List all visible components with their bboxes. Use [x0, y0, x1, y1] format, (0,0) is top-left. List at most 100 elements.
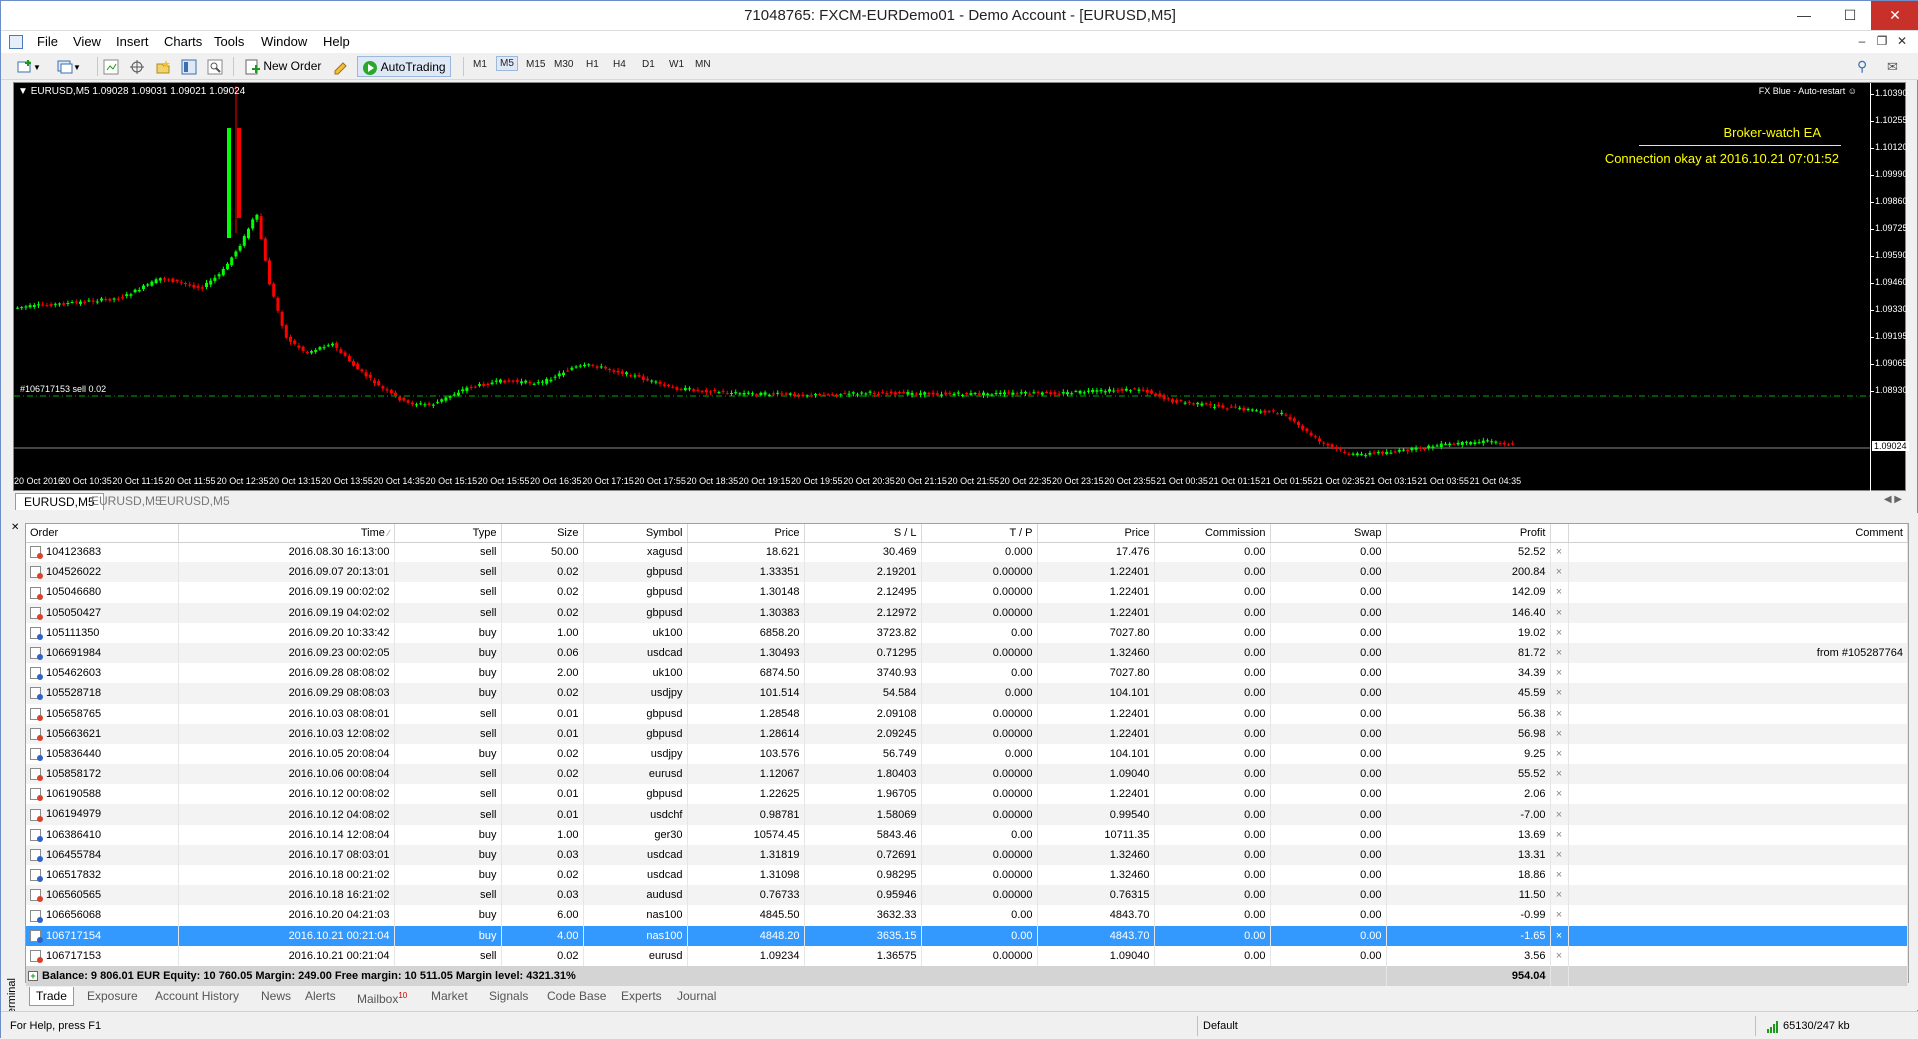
profiles-button[interactable]: ▼	[57, 56, 81, 77]
col-time[interactable]: Time ∕	[178, 524, 395, 543]
close-order-icon[interactable]: ×	[1550, 642, 1569, 664]
tab-journal[interactable]: Journal	[671, 987, 722, 1006]
close-order-icon[interactable]: ×	[1550, 824, 1569, 845]
terminal-close-icon[interactable]: ✕	[11, 522, 19, 533]
minimize-button[interactable]: —	[1781, 1, 1827, 30]
market-watch-button[interactable]	[103, 56, 119, 77]
col-symbol[interactable]: Symbol	[583, 524, 688, 543]
close-order-icon[interactable]: ×	[1550, 622, 1569, 643]
table-row[interactable]: 105528718 2016.09.29 08:08:03 buy 0.02 usdjp…	[26, 683, 1908, 704]
timeframe-h4[interactable]: H4	[613, 59, 626, 70]
table-row[interactable]: 105111350 2016.09.20 10:33:42 buy 1.00 uk100…	[26, 622, 1908, 643]
close-order-icon[interactable]: ×	[1550, 743, 1569, 765]
menu-view[interactable]: View	[73, 34, 101, 49]
close-order-icon[interactable]: ×	[1550, 683, 1569, 704]
col-size[interactable]: Size	[501, 524, 584, 543]
close-order-icon[interactable]: ×	[1550, 703, 1569, 724]
timeframe-w1[interactable]: W1	[669, 59, 684, 70]
terminal-toggle-button[interactable]	[181, 56, 197, 77]
data-window-button[interactable]	[129, 56, 145, 77]
table-row[interactable]: 105663621 2016.10.03 12:08:02 sell 0.01 gbpu…	[26, 723, 1908, 744]
tab-mailbox[interactable]: Mailbox10	[351, 987, 413, 1006]
tab-exposure[interactable]: Exposure	[81, 987, 144, 1006]
col-commission[interactable]: Commission	[1154, 524, 1271, 543]
close-order-icon[interactable]: ×	[1550, 844, 1569, 865]
menu-insert[interactable]: Insert	[116, 34, 149, 49]
table-row[interactable]: 106194979 2016.10.12 04:08:02 sell 0.01 usdc…	[26, 804, 1908, 825]
navigator-button[interactable]	[155, 56, 171, 77]
maximize-button[interactable]: ☐	[1827, 1, 1873, 30]
price-axis[interactable]: 1.10390 1.10255 1.10120 1.09990 1.09860 1.097…	[1870, 83, 1909, 492]
tab-signals[interactable]: Signals	[483, 987, 534, 1006]
table-row[interactable]: 106691984 2016.09.23 00:02:05 buy 0.06 usdca…	[26, 642, 1908, 664]
chart-tab-3[interactable]: EURUSD,M5	[151, 493, 238, 510]
price-chart[interactable]: ▼ EURUSD,M5 1.09028 1.09031 1.09021 1.09…	[13, 82, 1909, 492]
col-profit[interactable]: Profit	[1386, 524, 1551, 543]
table-row[interactable]: 106190588 2016.10.12 00:08:02 sell 0.01 gbpu…	[26, 784, 1908, 805]
close-order-icon[interactable]: ×	[1550, 865, 1569, 886]
close-order-icon[interactable]: ×	[1550, 925, 1569, 946]
table-row[interactable]: 104123683 2016.08.30 16:13:00 sell 50.00 xag…	[26, 542, 1908, 563]
timeframe-m1[interactable]: M1	[473, 59, 487, 70]
table-row[interactable]: 104526022 2016.09.07 20:13:01 sell 0.02 gbpu…	[26, 562, 1908, 583]
col-comment[interactable]: Comment	[1568, 524, 1908, 543]
col-current-price[interactable]: Price	[1037, 524, 1155, 543]
timeframe-mn[interactable]: MN	[695, 59, 711, 70]
close-order-icon[interactable]: ×	[1550, 885, 1569, 906]
tab-news[interactable]: News	[255, 987, 297, 1006]
table-row[interactable]: 106717153 2016.10.21 00:21:04 sell 0.02 euru…	[26, 945, 1908, 966]
table-row[interactable]: 105462603 2016.09.28 08:08:02 buy 2.00 uk100…	[26, 663, 1908, 684]
table-row[interactable]: 105658765 2016.10.03 08:08:01 sell 0.01 gbpu…	[26, 703, 1908, 724]
mdi-restore-icon[interactable]: ❐	[1873, 34, 1891, 48]
close-order-icon[interactable]: ×	[1550, 562, 1569, 583]
tab-market[interactable]: Market	[425, 987, 474, 1006]
close-order-icon[interactable]: ×	[1550, 542, 1569, 563]
timeframe-d1[interactable]: D1	[642, 59, 655, 70]
table-row[interactable]: 106560565 2016.10.18 16:21:02 sell 0.03 audu…	[26, 885, 1908, 906]
close-order-icon[interactable]: ×	[1550, 784, 1569, 805]
search-icon[interactable]: ⚲	[1857, 56, 1867, 77]
table-row[interactable]: 105046680 2016.09.19 00:02:02 sell 0.02 gbpu…	[26, 582, 1908, 603]
table-row[interactable]: 106455784 2016.10.17 08:03:01 buy 0.03 usdca…	[26, 844, 1908, 865]
close-order-icon[interactable]: ×	[1550, 804, 1569, 825]
table-row[interactable]: 106656068 2016.10.20 04:21:03 buy 6.00 nas10…	[26, 905, 1908, 926]
close-order-icon[interactable]: ×	[1550, 663, 1569, 684]
new-chart-button[interactable]: ▼	[17, 56, 41, 77]
strategy-tester-button[interactable]	[207, 56, 223, 77]
col-tp[interactable]: T / P	[921, 524, 1038, 543]
autotrading-button[interactable]: AutoTrading	[357, 56, 451, 77]
status-profile[interactable]: Default	[1203, 1020, 1238, 1032]
tab-experts[interactable]: Experts	[615, 987, 668, 1006]
close-order-icon[interactable]: ×	[1550, 945, 1569, 966]
menu-tools[interactable]: Tools	[214, 34, 244, 49]
mdi-close-icon[interactable]: ✕	[1893, 34, 1911, 48]
chat-icon[interactable]: ✉	[1887, 56, 1898, 77]
tab-trade[interactable]: Trade	[29, 987, 74, 1006]
table-row[interactable]: 105050427 2016.09.19 04:02:02 sell 0.02 gbpu…	[26, 602, 1908, 623]
col-sl[interactable]: S / L	[804, 524, 922, 543]
table-row[interactable]: 106517832 2016.10.18 00:21:02 buy 0.02 usdca…	[26, 865, 1908, 886]
table-row[interactable]: 105858172 2016.10.06 00:08:04 sell 0.02 euru…	[26, 764, 1908, 785]
menu-file[interactable]: File	[37, 34, 58, 49]
menu-charts[interactable]: Charts	[164, 34, 202, 49]
close-order-icon[interactable]: ×	[1550, 723, 1569, 744]
col-price[interactable]: Price	[687, 524, 805, 543]
mdi-minimize-icon[interactable]: –	[1853, 34, 1871, 48]
close-order-icon[interactable]: ×	[1550, 582, 1569, 603]
table-row[interactable]: 106386410 2016.10.14 12:08:04 buy 1.00 ger30…	[26, 824, 1908, 845]
tab-alerts[interactable]: Alerts	[299, 987, 342, 1006]
tab-code-base[interactable]: Code Base	[541, 987, 612, 1006]
close-button[interactable]: ✕	[1871, 1, 1918, 30]
col-order[interactable]: Order	[26, 524, 179, 543]
close-order-icon[interactable]: ×	[1550, 764, 1569, 785]
timeframe-m5[interactable]: M5	[496, 56, 518, 71]
timeframe-m15[interactable]: M15	[526, 59, 545, 70]
table-row[interactable]: 106717154 2016.10.21 00:21:04 buy 4.00 nas10…	[26, 925, 1908, 946]
metaeditor-button[interactable]	[333, 56, 349, 77]
close-order-icon[interactable]: ×	[1550, 905, 1569, 926]
menu-window[interactable]: Window	[261, 34, 307, 49]
timeframe-h1[interactable]: H1	[586, 59, 599, 70]
col-type[interactable]: Type	[394, 524, 502, 543]
close-order-icon[interactable]: ×	[1550, 602, 1569, 623]
tab-account-history[interactable]: Account History	[149, 987, 245, 1006]
